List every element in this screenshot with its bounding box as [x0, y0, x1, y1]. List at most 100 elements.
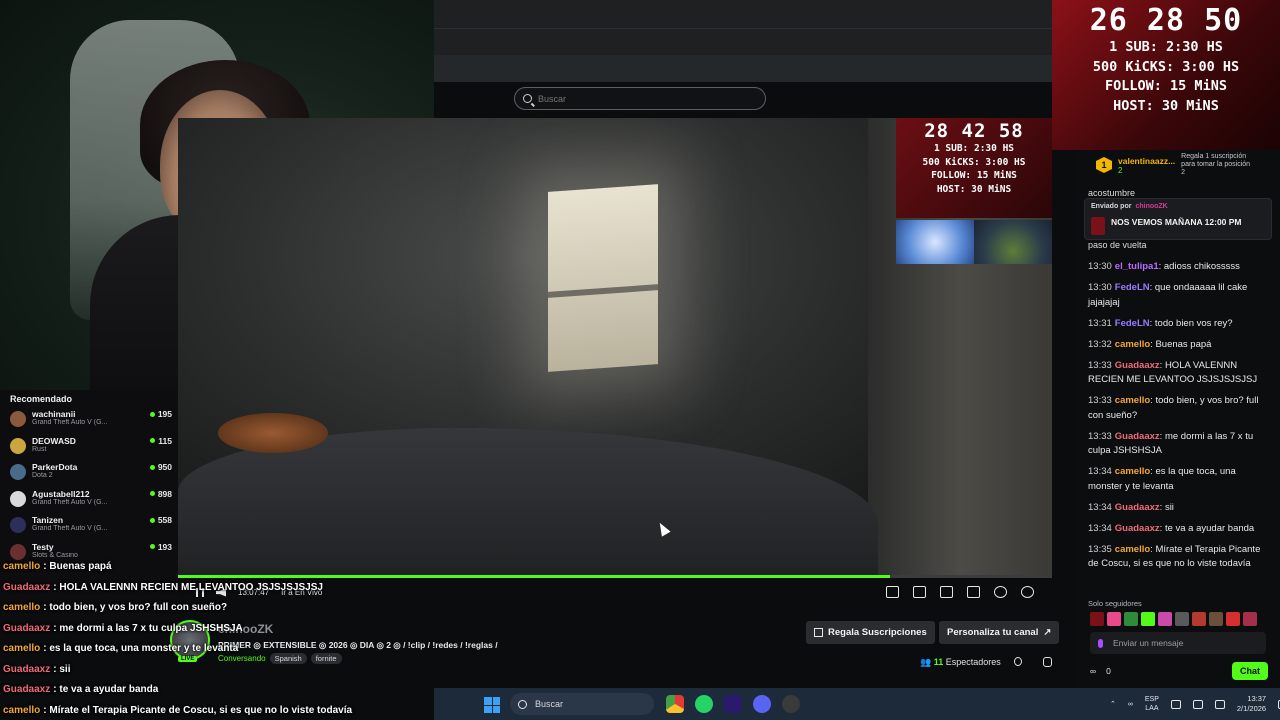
recommended-viewers: 558	[150, 515, 172, 525]
overlay-chat-line: camello: todo bien, y vos bro? full con …	[0, 598, 434, 619]
gift-leader-info: valentinaazz... 2	[1118, 156, 1175, 175]
chat-message: 13:35 camello: Mírate el Terapia Picante …	[1088, 543, 1268, 572]
share-icon[interactable]	[1014, 657, 1022, 666]
mic-icon[interactable]	[1098, 638, 1103, 648]
search-bar[interactable]	[514, 87, 766, 110]
chat-text: : adioss chikosssss	[1158, 261, 1240, 272]
emote-icon[interactable]	[1107, 612, 1121, 626]
settings-gear-icon[interactable]	[1021, 586, 1034, 598]
overlay-chat-line: Guadaaxz: sii	[0, 660, 434, 681]
taskbar-clock[interactable]: 13:37 2/1/2026	[1237, 694, 1266, 714]
chat-username[interactable]: Guadaaxz	[1115, 502, 1160, 513]
emote-icon[interactable]	[1192, 612, 1206, 626]
infinity-points-icon[interactable]: ∞	[1090, 666, 1096, 676]
emote-icon[interactable]	[1209, 612, 1223, 626]
chat-send-button[interactable]: Chat	[1232, 662, 1268, 680]
tray-overflow-icon[interactable]: ⌃	[1110, 700, 1116, 708]
emote-icon[interactable]	[1090, 612, 1104, 626]
recommended-item[interactable]: Tanizen Grand Theft Auto V (G... 558	[10, 515, 172, 542]
gift-subscriptions-button[interactable]: Regala Suscripciones	[806, 621, 935, 644]
recommended-item[interactable]: wachinanii Grand Theft Auto V (G... 195	[10, 409, 172, 436]
theater-mode-icon[interactable]	[940, 586, 953, 598]
emote-icon[interactable]	[1124, 612, 1138, 626]
chat-username[interactable]: FedeLN	[1115, 318, 1150, 329]
taskbar-search[interactable]: Buscar	[510, 693, 654, 715]
fullscreen-icon[interactable]	[967, 586, 980, 598]
volume-icon[interactable]	[1192, 699, 1203, 709]
recommended-item[interactable]: ParkerDota Dota 2 950	[10, 462, 172, 489]
chat-text: : te va a ayudar banda	[1159, 522, 1255, 534]
recommended-text: Tanizen Grand Theft Auto V (G...	[32, 515, 146, 532]
playback-speed-icon[interactable]	[994, 586, 1007, 598]
network-icon[interactable]	[1170, 699, 1181, 709]
chat-username[interactable]: el_tulipa1	[1115, 261, 1159, 272]
overlay-chat-user: camello	[3, 561, 41, 572]
pinned-label: Enviado por	[1091, 203, 1132, 210]
chat-input[interactable]: Enviar un mensaje	[1090, 632, 1266, 654]
windows-start-icon[interactable]	[484, 697, 500, 713]
overlay-chat-text: : es la que toca, una monster y te levan…	[43, 643, 239, 654]
overlay-chat-user: camello	[3, 704, 41, 716]
overlay-chat-user: camello	[3, 602, 41, 613]
chat-peek-top: acostumbre	[1088, 188, 1136, 198]
chat-username[interactable]: Guadaaxz	[1115, 431, 1160, 442]
thumbnail-game	[974, 220, 1052, 264]
gift-leaderboard[interactable]: 1 valentinaazz... 2 Regala 1 suscripción…	[1096, 150, 1280, 180]
pinned-message[interactable]: Enviado por chinooZK NOS VEMOS MAÑANA 12…	[1084, 198, 1272, 240]
recommended-text: Agustabell212 Grand Theft Auto V (G...	[32, 489, 146, 506]
chat-username[interactable]: camello	[1115, 544, 1150, 555]
chat-username[interactable]: Guadaaxz	[1115, 360, 1160, 371]
battery-icon[interactable]	[1214, 699, 1225, 709]
overlay-chat-text: : sii	[53, 663, 71, 675]
emote-icon[interactable]	[1243, 612, 1257, 626]
player-controls-right	[886, 586, 1034, 598]
viewers-icon: 👥	[920, 657, 932, 667]
emote-icon[interactable]	[1141, 612, 1155, 626]
chat-message: 13:34 camello: es la que toca, una monste…	[1088, 465, 1268, 494]
recommended-game: Rust	[32, 445, 47, 453]
obs-icon[interactable]	[782, 695, 800, 713]
chat-username[interactable]: camello	[1115, 339, 1150, 350]
premiere-icon[interactable]	[724, 695, 742, 713]
language-indicator[interactable]: ESP LAA	[1145, 695, 1159, 713]
site-header	[434, 82, 1052, 118]
chat-username[interactable]: Guadaaxz	[1115, 523, 1160, 534]
gift-cta: Regala 1 suscripción para tomar la posic…	[1181, 153, 1251, 176]
chat-username[interactable]: camello	[1115, 395, 1150, 406]
recommended-text: Testy Slots & Casino	[32, 542, 146, 559]
emote-icon[interactable]	[1175, 612, 1189, 626]
search-input[interactable]	[538, 93, 738, 104]
chat-username[interactable]: camello	[1115, 466, 1150, 477]
discord-icon[interactable]	[753, 695, 771, 713]
overlay-chat-text: : te va a ayudar banda	[53, 684, 159, 695]
customize-channel-button[interactable]: Personaliza tu canal ↗	[939, 621, 1060, 644]
pinned-avatar	[1091, 217, 1105, 235]
emote-icon[interactable]	[1158, 612, 1172, 626]
language-code: ESP	[1144, 696, 1159, 703]
video-scene-cat	[218, 413, 328, 453]
timer-overlay-large: 26 28 50 1 SUB: 2:30 HS 500 KiCKS: 3:00 …	[1052, 0, 1280, 150]
channel-points[interactable]: 0	[1106, 666, 1111, 676]
taskbar-apps	[666, 695, 800, 713]
recommended-item[interactable]: Agustabell212 Grand Theft Auto V (G... 898	[10, 489, 172, 516]
chat-text: : HOLA VALENNN RECIEN ME LEVANTOO JSJSJS…	[1088, 359, 1258, 386]
overlay-chat-text: : HOLA VALENNN RECIEN ME LEVANTOO JSJSJS…	[53, 581, 323, 593]
clip-icon[interactable]	[913, 586, 926, 598]
chat-timestamp: 13:33	[1088, 359, 1112, 371]
miniplayer-icon[interactable]	[886, 586, 899, 598]
emote-bar[interactable]	[1090, 612, 1257, 626]
overlay-chat-user: Guadaaxz	[3, 581, 51, 593]
chat-timestamp: 13:34	[1088, 522, 1112, 534]
emote-icon[interactable]	[1226, 612, 1240, 626]
overlay-chat-line: Guadaaxz: HOLA VALENNN RECIEN ME LEVANTO…	[0, 578, 434, 599]
chat-username[interactable]: FedeLN	[1115, 282, 1150, 293]
recommended-item[interactable]: DEOWASD Rust 115	[10, 436, 172, 463]
chrome-icon[interactable]	[666, 695, 684, 713]
recommended-viewers: 115	[150, 436, 172, 446]
whatsapp-icon[interactable]	[695, 695, 713, 713]
follow-user-icon[interactable]	[1043, 657, 1052, 667]
tray-app-icon[interactable]: ∞	[1128, 701, 1133, 708]
recommended-viewers: 193	[150, 542, 172, 552]
recommended-text: DEOWASD Rust	[32, 436, 146, 453]
recommended-channel-name: Tanizen	[32, 515, 64, 525]
